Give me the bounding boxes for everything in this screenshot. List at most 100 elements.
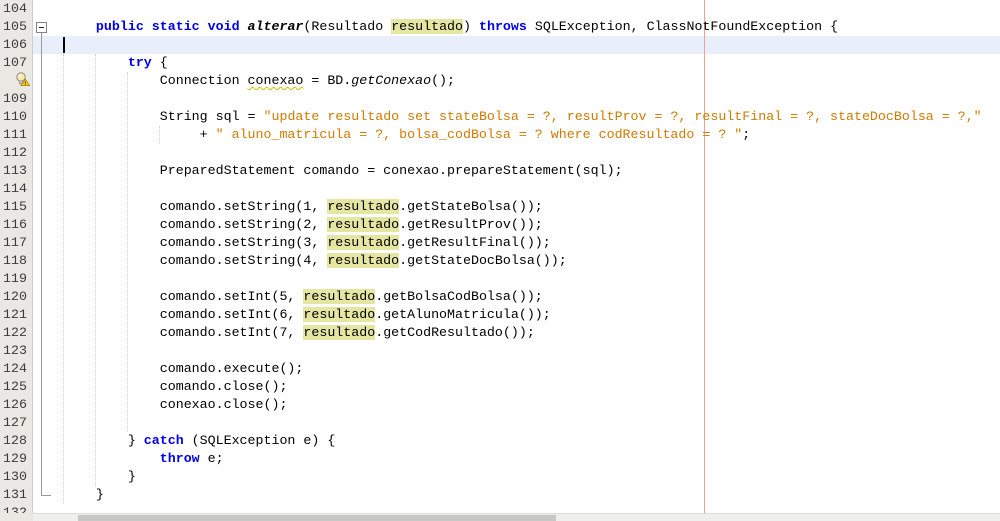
editor-line: 104 (0, 0, 1000, 18)
code-token: comando.setString(4, (64, 253, 328, 268)
code-line[interactable]: public static void alterar(Resultado res… (33, 18, 1000, 36)
code-line[interactable]: Connection conexao = BD.getConexao(); (33, 72, 1000, 90)
scrollbar-corner (0, 513, 33, 521)
line-number[interactable]: 118 (0, 252, 33, 270)
code-token: comando.setInt(6, (64, 307, 304, 322)
highlighted-occurrence: resultado (303, 325, 376, 340)
highlighted-occurrence: resultado (327, 217, 400, 232)
line-number[interactable]: 111 (0, 126, 33, 144)
code-token: .getResultFinal()); (399, 235, 551, 250)
line-number[interactable]: 104 (0, 0, 33, 18)
code-line[interactable] (33, 270, 1000, 288)
code-line[interactable] (33, 342, 1000, 360)
code-token: .getBolsaCodBolsa()); (375, 289, 543, 304)
editor-line: 123 (0, 342, 1000, 360)
horizontal-scrollbar-track[interactable] (33, 513, 1000, 521)
code-token: comando.execute(); (64, 361, 304, 376)
code-line[interactable]: comando.setString(3, resultado.getResult… (33, 234, 1000, 252)
code-token: } (64, 469, 136, 484)
text-caret (63, 37, 65, 53)
editor-line: 121 comando.setInt(6, resultado.getAluno… (0, 306, 1000, 324)
code-token: comando.setInt(7, (64, 325, 304, 340)
line-number[interactable]: 131 (0, 486, 33, 504)
line-number[interactable]: 126 (0, 396, 33, 414)
code-line[interactable]: comando.execute(); (33, 360, 1000, 378)
code-line[interactable]: comando.setString(4, resultado.getStateD… (33, 252, 1000, 270)
line-number[interactable]: 120 (0, 288, 33, 306)
editor-line: 126 conexao.close(); (0, 396, 1000, 414)
hint-bulb-icon[interactable] (0, 72, 33, 90)
code-line[interactable]: comando.setString(2, resultado.getResult… (33, 216, 1000, 234)
line-number[interactable]: 112 (0, 144, 33, 162)
code-token: .getResultProv()); (399, 217, 543, 232)
line-number[interactable]: 128 (0, 432, 33, 450)
editor-line: 113 PreparedStatement comando = conexao.… (0, 162, 1000, 180)
code-line[interactable] (33, 90, 1000, 108)
code-line[interactable]: } catch (SQLException e) { (33, 432, 1000, 450)
line-number[interactable]: 124 (0, 360, 33, 378)
code-line[interactable]: comando.setInt(7, resultado.getCodResult… (33, 324, 1000, 342)
code-line[interactable]: PreparedStatement comando = conexao.prep… (33, 162, 1000, 180)
line-number[interactable]: 123 (0, 342, 33, 360)
editor-line: 112 (0, 144, 1000, 162)
line-number[interactable]: 129 (0, 450, 33, 468)
line-number[interactable]: 130 (0, 468, 33, 486)
code-line[interactable]: comando.close(); (33, 378, 1000, 396)
code-token: catch (143, 433, 184, 448)
code-line[interactable] (33, 144, 1000, 162)
line-number[interactable]: 121 (0, 306, 33, 324)
code-token: public static void (95, 19, 240, 34)
code-token: getConexao (351, 73, 432, 88)
code-line[interactable] (33, 0, 1000, 18)
editor-line: 119 (0, 270, 1000, 288)
line-number[interactable]: 117 (0, 234, 33, 252)
code-line[interactable]: } (33, 486, 1000, 504)
line-number[interactable]: 122 (0, 324, 33, 342)
editor-line: 117 comando.setString(3, resultado.getRe… (0, 234, 1000, 252)
line-number[interactable]: 119 (0, 270, 33, 288)
code-token: comando.close(); (64, 379, 288, 394)
code-line[interactable]: String sql = "update resultado set state… (33, 108, 1000, 126)
line-number[interactable]: 107 (0, 54, 33, 72)
highlighted-occurrence: resultado (303, 307, 376, 322)
fold-collapse-button[interactable] (36, 22, 47, 33)
code-line[interactable] (33, 180, 1000, 198)
code-token: ) (463, 19, 479, 34)
line-number[interactable]: 110 (0, 108, 33, 126)
line-number[interactable]: 115 (0, 198, 33, 216)
code-token: ; (742, 127, 751, 142)
editor-line: 109 (0, 90, 1000, 108)
code-token: comando.setString(1, (64, 199, 328, 214)
code-line[interactable] (33, 414, 1000, 432)
line-number[interactable]: 125 (0, 378, 33, 396)
editor-line: 115 comando.setString(1, resultado.getSt… (0, 198, 1000, 216)
highlighted-occurrence: resultado (327, 199, 400, 214)
code-line[interactable]: throw e; (33, 450, 1000, 468)
line-number[interactable]: 127 (0, 414, 33, 432)
line-number[interactable]: 106 (0, 36, 33, 54)
code-token: Connection (64, 73, 248, 88)
code-line[interactable]: try { (33, 54, 1000, 72)
code-editor: 104 105 public static void alterar(Result… (0, 0, 1000, 521)
horizontal-scrollbar-thumb[interactable] (78, 515, 556, 521)
code-token: "update resultado set stateBolsa = ?, re… (263, 109, 982, 124)
fold-scope-end (41, 495, 51, 496)
line-number[interactable]: 109 (0, 90, 33, 108)
code-line[interactable]: conexao.close(); (33, 396, 1000, 414)
line-number[interactable]: 116 (0, 216, 33, 234)
code-line[interactable]: + " aluno_matricula = ?, bolsa_codBolsa … (33, 126, 1000, 144)
code-line[interactable] (33, 36, 1000, 54)
highlighted-occurrence: resultado (391, 19, 464, 34)
code-line[interactable]: comando.setInt(5, resultado.getBolsaCodB… (33, 288, 1000, 306)
minus-icon (39, 27, 44, 28)
line-number[interactable]: 114 (0, 180, 33, 198)
code-line[interactable]: } (33, 468, 1000, 486)
code-line[interactable]: comando.setString(1, resultado.getStateB… (33, 198, 1000, 216)
right-margin-guide (704, 0, 705, 513)
line-number[interactable]: 105 (0, 18, 33, 36)
editor-line: 125 comando.close(); (0, 378, 1000, 396)
line-number[interactable]: 113 (0, 162, 33, 180)
code-line[interactable]: comando.setInt(6, resultado.getAlunoMatr… (33, 306, 1000, 324)
